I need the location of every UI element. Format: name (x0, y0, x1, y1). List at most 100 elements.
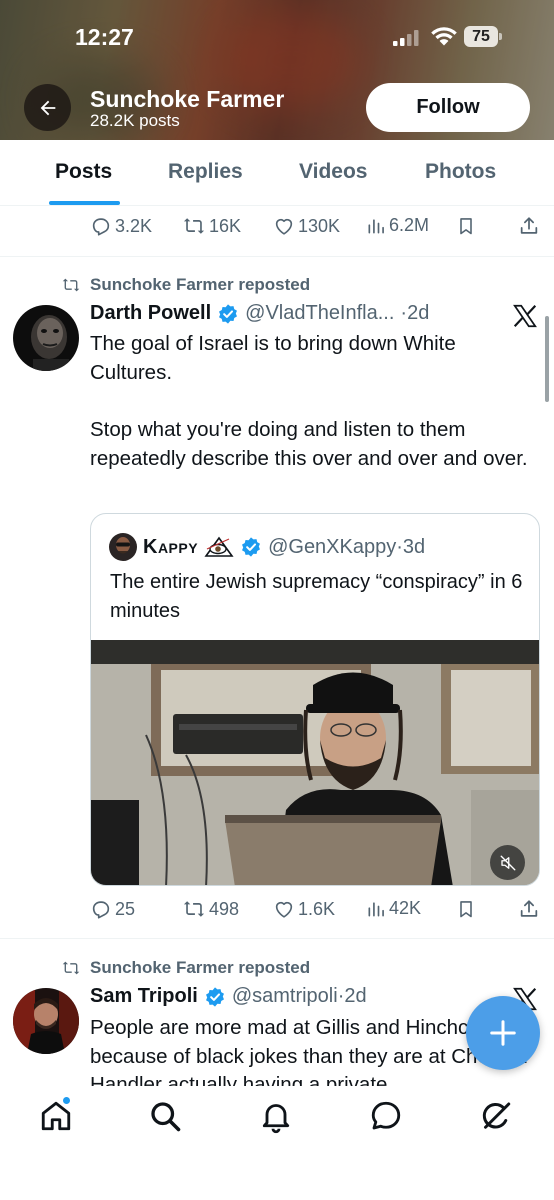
video-frame (91, 640, 539, 885)
reply-icon (92, 901, 110, 919)
cellular-signal-icon (393, 30, 419, 46)
views-icon (368, 218, 384, 233)
mute-button[interactable] (490, 845, 525, 880)
quoted-time: ·3d (396, 535, 426, 558)
compose-button[interactable] (466, 996, 540, 1070)
x-logo-icon (513, 304, 537, 328)
search-icon (151, 1102, 181, 1132)
mute-icon (500, 855, 515, 870)
active-tab-indicator (49, 201, 120, 205)
views-count: 6.2M (389, 215, 430, 235)
nav-messages[interactable] (368, 1098, 404, 1134)
share-icon (520, 900, 538, 917)
avatar (109, 533, 137, 561)
tweet-divider (0, 938, 554, 939)
display-name: Sam Tripoli (90, 985, 198, 1007)
tweet-time: ·2d (337, 985, 367, 1007)
compose-plus-icon (490, 1020, 516, 1046)
verified-badge-icon (205, 986, 224, 1007)
follow-button[interactable]: Follow (366, 83, 530, 132)
like-count: 130K (298, 215, 341, 236)
like-count: 1.6K (298, 898, 336, 919)
repost-icon (62, 961, 80, 975)
nav-notifications[interactable] (258, 1098, 294, 1134)
views-count: 42K (389, 898, 422, 918)
profile-header: 12:27 75 Sunchoke Farmer 28.2K posts Fol… (0, 0, 554, 140)
notification-dot (62, 1096, 71, 1105)
eye-pyramid-icon (204, 536, 234, 557)
nav-grok[interactable] (478, 1098, 514, 1134)
reply-button[interactable]: 25 (90, 898, 135, 920)
like-button[interactable]: 1.6K (273, 898, 335, 920)
author-handle: @VladTheInfla... (245, 302, 395, 324)
repost-count: 16K (209, 215, 242, 236)
avatar[interactable] (13, 305, 79, 371)
wifi-icon (431, 27, 457, 46)
bell-icon (262, 1104, 290, 1134)
quoted-handle: @GenXKappy (268, 535, 397, 558)
tweet-text: People are more mad at Gillis and Hinchc… (90, 1016, 527, 1086)
grok-icon (482, 1102, 511, 1129)
like-icon (275, 901, 293, 918)
quoted-author: Kappy @GenXKappy ·3d (109, 533, 425, 561)
tweet-text-continued: Stop what you're doing and listen to the… (90, 418, 528, 470)
repost-icon (183, 218, 205, 234)
avatar[interactable] (13, 988, 79, 1054)
quoted-display-name: Kappy (143, 535, 199, 558)
tweet-text: The goal of Israel is to bring down Whit… (90, 332, 456, 384)
verified-badge-icon (242, 537, 261, 557)
post-count: 28.2K posts (90, 111, 180, 130)
video-player[interactable] (91, 640, 539, 885)
views-button[interactable]: 42K (366, 898, 421, 919)
like-icon (275, 218, 293, 235)
repost-button[interactable]: 498 (182, 898, 239, 920)
repost-label: Sunchoke Farmer reposted (90, 958, 311, 977)
back-arrow-icon (40, 100, 55, 115)
like-button[interactable]: 130K (273, 215, 340, 237)
reply-count: 25 (115, 898, 136, 919)
tab-photos[interactable]: Photos (425, 160, 496, 184)
repost-indicator[interactable]: Sunchoke Farmer reposted (60, 958, 310, 978)
display-name: Darth Powell (90, 302, 212, 324)
tweet-author[interactable]: Darth Powell @VladTheInfla... ·2d (90, 302, 429, 325)
views-button[interactable]: 6.2M (366, 215, 429, 236)
tab-videos[interactable]: Videos (299, 160, 367, 184)
bottom-navigation (0, 1088, 554, 1200)
share-button[interactable] (518, 898, 540, 920)
scrollbar[interactable] (545, 316, 549, 402)
repost-icon (62, 278, 80, 292)
nav-home[interactable] (38, 1096, 74, 1134)
repost-button[interactable]: 16K (182, 215, 241, 237)
reply-count: 3.2K (115, 215, 153, 236)
tab-posts[interactable]: Posts (55, 160, 112, 184)
reply-icon (92, 218, 110, 236)
profile-tabs: Posts Replies Videos Photos (0, 140, 554, 206)
quoted-tweet[interactable]: Kappy @GenXKappy ·3d The entire Jewish s… (90, 513, 540, 886)
bookmark-icon (460, 218, 472, 235)
status-time: 12:27 (75, 24, 134, 50)
repost-icon (183, 901, 205, 917)
verified-badge-icon (219, 303, 238, 324)
share-button[interactable] (518, 215, 540, 237)
author-handle: @samtripoli (231, 985, 338, 1007)
tweet-actions: 3.2K 16K 130K 6.2M (90, 215, 550, 245)
tweet-time: ·2d (400, 302, 430, 324)
repost-count: 498 (209, 898, 240, 919)
bookmark-button[interactable] (456, 215, 476, 237)
reply-button[interactable]: 3.2K (90, 215, 152, 237)
back-button[interactable] (24, 84, 71, 131)
bookmark-button[interactable] (456, 898, 476, 920)
tweet-author[interactable]: Sam Tripoli @samtripoli ·2d (90, 985, 367, 1008)
repost-indicator[interactable]: Sunchoke Farmer reposted (60, 275, 310, 295)
quoted-text: The entire Jewish supremacy “conspiracy”… (110, 571, 523, 622)
repost-label: Sunchoke Farmer reposted (90, 275, 311, 294)
tweet-actions: 25 498 1.6K 42K (90, 898, 550, 928)
profile-name: Sunchoke Farmer (90, 86, 285, 112)
tweet-divider (0, 256, 554, 257)
views-icon (368, 901, 384, 916)
bookmark-icon (460, 901, 472, 918)
messages-icon (371, 1101, 401, 1130)
tab-replies[interactable]: Replies (168, 160, 243, 184)
share-icon (520, 217, 538, 234)
nav-search[interactable] (147, 1098, 183, 1134)
